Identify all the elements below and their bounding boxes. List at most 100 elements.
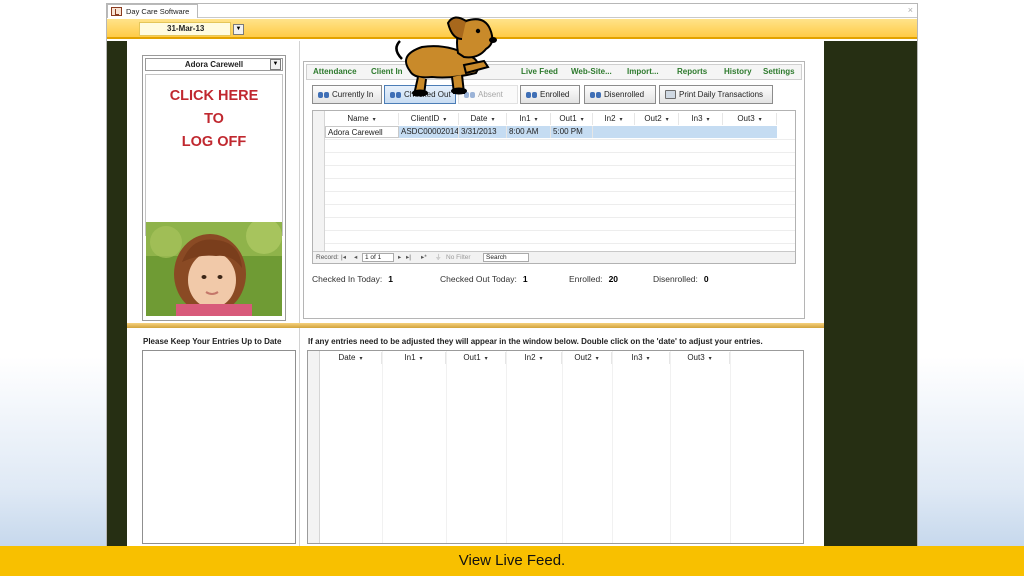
grid-line [325, 191, 795, 192]
grid-line [325, 178, 795, 179]
app-window: Day Care Software × 31-Mar-13 ▼ Adora Ca… [106, 3, 918, 546]
col-header-in2[interactable]: In2 ▾ [593, 113, 635, 125]
grid-line [325, 230, 795, 231]
grid-line [612, 351, 613, 543]
user-panel: Adora Carewell ▼ CLICK HERE TO LOG OFF [142, 55, 286, 321]
attendance-panel: Attendance Client In Live Feed Web-Site.… [303, 61, 805, 319]
grid-line [325, 165, 795, 166]
left-frame-border [107, 41, 127, 546]
tab-live-feed[interactable]: Live Feed [521, 67, 558, 76]
entries-reminder-box [142, 350, 296, 544]
currently-in-label: Currently In [332, 90, 374, 99]
col-header-out2[interactable]: Out2 ▾ [562, 352, 612, 364]
caption-banner: View Live Feed. [0, 546, 1024, 576]
print-daily-label: Print Daily Transactions [679, 90, 764, 99]
binoculars-icon [318, 90, 329, 99]
grid-line [325, 152, 795, 153]
record-position[interactable]: 1 of 1 [362, 253, 394, 262]
grid-line [325, 204, 795, 205]
new-record-icon[interactable]: ▸* [421, 252, 427, 263]
close-icon[interactable]: × [908, 5, 913, 15]
checked-out-stat: Checked Out Today: 1 [440, 274, 528, 284]
cell-clientid[interactable]: ASDC00002014 [399, 126, 459, 138]
col-header-clientid[interactable]: ClientID ▾ [399, 113, 459, 125]
nav-tab-bar: Attendance Client In Live Feed Web-Site.… [306, 64, 802, 80]
col-header-in3[interactable]: In3 ▾ [679, 113, 723, 125]
disenrolled-label: Disenrolled [604, 90, 645, 99]
document-tab-title: Day Care Software [126, 7, 190, 16]
document-tab[interactable]: Day Care Software [107, 4, 199, 18]
tab-web-site[interactable]: Web-Site... [571, 67, 612, 76]
date-value: 31-Mar-13 [167, 24, 205, 33]
user-select[interactable]: Adora Carewell ▼ [145, 58, 283, 71]
col-header-out2[interactable]: Out2 ▾ [635, 113, 679, 125]
cartoon-dog-mascot [395, 16, 497, 97]
col-header-out1[interactable]: Out1 ▾ [551, 113, 593, 125]
grid-line [446, 351, 447, 543]
tab-settings[interactable]: Settings [763, 67, 795, 76]
col-header-out1[interactable]: Out1 ▾ [446, 352, 506, 364]
entries-reminder-title: Please Keep Your Entries Up to Date [143, 337, 282, 346]
filter-icon[interactable]: ⏚ [435, 252, 442, 263]
col-header-in3[interactable]: In3 ▾ [612, 352, 670, 364]
prev-record-icon[interactable]: ◂ [354, 252, 357, 263]
no-filter-label[interactable]: No Filter [446, 252, 471, 263]
grid-line [382, 351, 383, 543]
enrolled-label: Enrolled [540, 90, 570, 99]
section-divider [127, 323, 824, 328]
attendance-datasheet: Name ▾ ClientID ▾ Date ▾ In1 ▾ Out1 ▾ In2 ▾ Ou… [312, 110, 796, 264]
record-selector-column [308, 351, 320, 543]
currently-in-button[interactable]: Currently In [312, 85, 382, 104]
table-row[interactable]: Adora Carewell ASDC00002014 3/31/2013 8:… [313, 126, 795, 138]
date-field[interactable]: 31-Mar-13 ▼ [139, 22, 244, 36]
enrolled-stat: Enrolled: 20 [569, 274, 619, 284]
cell-out1[interactable]: 5:00 PM [551, 126, 593, 138]
col-header-out3[interactable]: Out3 ▾ [723, 113, 777, 125]
user-dropdown-button[interactable]: ▼ [270, 59, 281, 70]
grid-line [506, 351, 507, 543]
print-daily-transactions-button[interactable]: Print Daily Transactions [659, 85, 773, 104]
user-name: Adora Carewell [184, 60, 244, 69]
adjustments-instructions: If any entries need to be adjusted they … [308, 337, 763, 346]
cell-in1[interactable]: 8:00 AM [507, 126, 551, 138]
first-record-icon[interactable]: |◂ [341, 252, 346, 263]
tab-import[interactable]: Import... [627, 67, 659, 76]
tab-reports[interactable]: Reports [677, 67, 707, 76]
grid-line [670, 351, 671, 543]
col-header-in2[interactable]: In2 ▾ [506, 352, 562, 364]
cell-date[interactable]: 3/31/2013 [459, 126, 507, 138]
access-form-icon [111, 7, 122, 16]
tab-history[interactable]: History [724, 67, 752, 76]
search-input[interactable]: Search [483, 253, 529, 262]
col-header-out3[interactable]: Out3 ▾ [670, 352, 730, 364]
date-dropdown-button[interactable]: ▼ [233, 24, 244, 35]
title-bar: Day Care Software × [107, 4, 917, 18]
tab-attendance[interactable]: Attendance [313, 67, 357, 76]
enrolled-button[interactable]: Enrolled [520, 85, 580, 104]
disenrolled-stat: Disenrolled: 0 [653, 274, 709, 284]
logoff-line-2: TO [204, 111, 224, 127]
grid-line [730, 351, 731, 543]
date-bar: 31-Mar-13 ▼ [107, 19, 917, 39]
binoculars-icon [590, 90, 601, 99]
grid-line [325, 139, 795, 140]
col-header-date[interactable]: Date ▾ [459, 113, 507, 125]
col-header-name[interactable]: Name ▾ [325, 113, 399, 125]
col-header-date[interactable]: Date ▾ [320, 352, 382, 364]
grid-line [325, 243, 795, 244]
logoff-button[interactable]: CLICK HERE TO LOG OFF [145, 74, 283, 236]
next-record-icon[interactable]: ▸ [398, 252, 401, 263]
datasheet-header: Name ▾ ClientID ▾ Date ▾ In1 ▾ Out1 ▾ In2 ▾ Ou… [313, 113, 795, 125]
grid-line [325, 217, 795, 218]
form-content: Adora Carewell ▼ CLICK HERE TO LOG OFF A… [127, 41, 824, 546]
right-frame-border [824, 41, 917, 546]
last-record-icon[interactable]: ▸| [406, 252, 411, 263]
adjustments-datasheet: Date ▾ In1 ▾ Out1 ▾ In2 ▾ Out2 ▾ In3 ▾ Out3 ▾ [307, 350, 804, 544]
logoff-line-3: LOG OFF [181, 134, 247, 150]
vertical-divider [299, 41, 300, 546]
cell-name[interactable]: Adora Carewell [325, 126, 399, 138]
disenrolled-button[interactable]: Disenrolled [584, 85, 656, 104]
record-navigation-bar: Record: |◂ ◂ 1 of 1 ▸ ▸| ▸* ⏚ No Filter … [313, 251, 795, 263]
col-header-in1[interactable]: In1 ▾ [507, 113, 551, 125]
col-header-in1[interactable]: In1 ▾ [382, 352, 446, 364]
